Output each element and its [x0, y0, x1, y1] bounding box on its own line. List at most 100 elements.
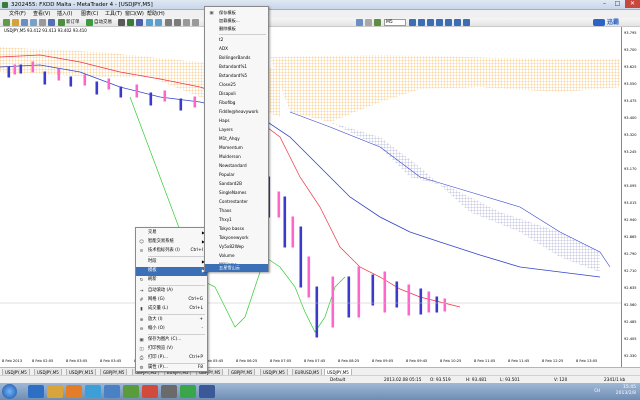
m30-icon[interactable]	[436, 19, 443, 26]
template-item[interactable]: Bstandard%1	[205, 63, 268, 71]
m15-icon[interactable]	[427, 19, 434, 26]
template-item[interactable]: Thaxs	[205, 207, 268, 215]
template-item[interactable]: Newstandard	[205, 162, 268, 170]
menu-item-periods[interactable]: 时段 ▶	[136, 258, 207, 267]
template-item[interactable]: Fiddle@heavywork	[205, 108, 268, 116]
zoom-out-icon[interactable]	[155, 19, 162, 26]
crosshair-icon[interactable]	[174, 19, 181, 26]
firefox-icon[interactable]	[66, 385, 82, 398]
close-button[interactable]: ✕	[625, 0, 640, 8]
timeframe-select[interactable]: M5	[384, 19, 406, 26]
menu-item-zoom-in[interactable]: ⊕ 放大 (I) +	[136, 316, 207, 325]
template-item[interactable]: Tokyonewyork	[205, 234, 268, 242]
template-item[interactable]: t2	[205, 36, 268, 44]
m1-icon[interactable]	[409, 19, 416, 26]
menu-chart[interactable]: 图表(C)	[81, 10, 98, 18]
zoom-in-icon[interactable]	[146, 19, 153, 26]
tray-language[interactable]: CH	[594, 388, 600, 393]
menu-item-template[interactable]: 模板 ▶	[136, 267, 207, 276]
template-item[interactable]: Disapoli	[205, 90, 268, 98]
menu-item-properties[interactable]: ⚙ 属性 (P)... F8	[136, 364, 207, 373]
template-item[interactable]: Fibofibg	[205, 99, 268, 107]
time-label: 8 Feb 09:05	[372, 359, 394, 363]
start-button[interactable]	[2, 384, 17, 399]
h4-icon[interactable]	[454, 19, 461, 26]
bar-chart-icon[interactable]	[118, 19, 125, 26]
terminal-icon[interactable]	[39, 19, 46, 26]
messenger-icon[interactable]	[85, 385, 101, 398]
maximize-button[interactable]: □	[611, 0, 624, 8]
h1-icon[interactable]	[445, 19, 452, 26]
line-chart-icon[interactable]	[136, 19, 143, 26]
new-order-icon[interactable]	[58, 19, 65, 26]
menu-item-trade[interactable]: 交易 ▶	[136, 229, 207, 238]
new-order-button[interactable]: 新订单	[66, 19, 80, 26]
template-item[interactable]: Contrestanter	[205, 198, 268, 206]
template-item[interactable]: SingleNames	[205, 189, 268, 197]
menu-view[interactable]: 查看(V)	[33, 10, 50, 18]
period-icon[interactable]	[365, 19, 372, 26]
price-label: 93.170	[624, 167, 637, 171]
template-item[interactable]: Popular	[205, 171, 268, 179]
menu-item-zoom-out[interactable]: ⊖ 缩小 (O) -	[136, 325, 207, 334]
minimize-button[interactable]: –	[598, 0, 611, 8]
menu-item-remove-template[interactable]: 删除模板	[205, 25, 268, 33]
vertical-line-icon[interactable]	[183, 19, 190, 26]
menu-help[interactable]: 帮助(H)	[147, 10, 165, 18]
profiles-icon[interactable]	[12, 19, 19, 26]
template-item[interactable]: Volume	[205, 252, 268, 260]
explorer-icon[interactable]	[47, 385, 63, 398]
menu-item-auto-scroll[interactable]: ⇥ 自动滚动 (A)	[136, 287, 207, 296]
menu-item-grid[interactable]: # 网格 (G) Ctrl+G	[136, 296, 207, 305]
template-item[interactable]: Haps	[205, 117, 268, 125]
menu-tools[interactable]: 工具(T)	[105, 10, 122, 18]
template-item[interactable]: Mulderson	[205, 153, 268, 161]
price-chart[interactable]	[0, 27, 640, 357]
template-item[interactable]: M1t_Ahqy	[205, 135, 268, 143]
menu-item-save-template[interactable]: ▣ 保存模板	[205, 9, 268, 17]
d1-icon[interactable]	[463, 19, 470, 26]
app-icon[interactable]	[161, 385, 177, 398]
template-item[interactable]: Momentum	[205, 144, 268, 152]
template-item-highlighted[interactable]: 五星雪山云	[205, 264, 268, 272]
app-icon[interactable]	[199, 385, 215, 398]
candlestick-icon[interactable]	[127, 19, 134, 26]
template-item[interactable]: Vy5x82Wep	[205, 243, 268, 251]
ie-icon[interactable]	[28, 385, 44, 398]
template-item[interactable]: Sandard2B	[205, 180, 268, 188]
new-chart-icon[interactable]	[3, 19, 10, 26]
menu-item-indicators-list[interactable]: ≡ 技术指标列表 (I) Ctrl+I	[136, 247, 207, 256]
auto-trade-button[interactable]: 自动交易	[94, 19, 112, 26]
template-item[interactable]: Bstandard%5	[205, 72, 268, 80]
template-item[interactable]: Layers	[205, 126, 268, 134]
template-item[interactable]: Close25	[205, 81, 268, 89]
app-icon[interactable]	[104, 385, 120, 398]
template-item[interactable]: Tokyo bassx	[205, 225, 268, 233]
taskbar-clock[interactable]: 15:45 2013/2/8	[616, 385, 636, 397]
m5-icon[interactable]	[418, 19, 425, 26]
app-icon[interactable]	[180, 385, 196, 398]
menu-item-print[interactable]: ⎙ 打印 (P)... Ctrl+P	[136, 354, 207, 363]
media-icon[interactable]	[142, 385, 158, 398]
template-item[interactable]: BollingerBands	[205, 54, 268, 62]
menu-item-refresh[interactable]: ↻ 刷新	[136, 276, 207, 285]
menu-insert[interactable]: 插入(I)	[57, 10, 72, 18]
template-item[interactable]: Thxy1	[205, 216, 268, 224]
market-watch-icon[interactable]	[21, 19, 28, 26]
tester-icon[interactable]	[48, 19, 55, 26]
template-icon[interactable]	[374, 19, 381, 26]
menu-item-print-preview[interactable]: ◫ 打印预览 (V)	[136, 345, 207, 354]
horizontal-line-icon[interactable]	[192, 19, 199, 26]
metatrader-icon[interactable]	[123, 385, 139, 398]
template-item[interactable]: ADX	[205, 45, 268, 53]
auto-trade-icon[interactable]	[86, 19, 93, 26]
menu-item-save-picture[interactable]: ▣ 保存为图片 (C)...	[136, 336, 207, 345]
menu-item-volumes[interactable]: ▮ 成交量 (L) Ctrl+L	[136, 305, 207, 314]
menu-item-expert-advisors[interactable]: ☺ 智能交易系统 ▶	[136, 238, 207, 247]
indicator-icon[interactable]	[356, 19, 363, 26]
menu-item-load-template[interactable]: 加载模板...	[205, 17, 268, 25]
cursor-icon[interactable]	[165, 19, 172, 26]
menu-window[interactable]: 窗口(W)	[125, 10, 144, 18]
navigator-icon[interactable]	[30, 19, 37, 26]
menu-file[interactable]: 文件(F)	[9, 10, 26, 18]
